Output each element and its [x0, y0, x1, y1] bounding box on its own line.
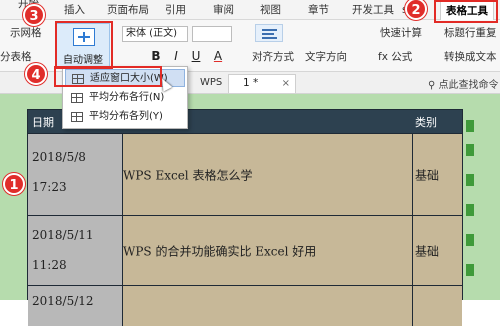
wps-tab-label[interactable]: WPS [200, 77, 222, 88]
align-icon[interactable] [255, 24, 283, 42]
step-badge: 4 [25, 63, 47, 85]
step-badge: 1 [3, 173, 25, 195]
tab-insert[interactable]: 插入 [64, 0, 85, 20]
category-text: 基础 [415, 244, 440, 258]
cell-date[interactable]: 2018/5/11 11:28 [28, 216, 123, 285]
row-marker [466, 234, 474, 246]
repeat-header-button[interactable]: 标题行重复 [444, 25, 497, 40]
close-icon[interactable]: × [282, 75, 290, 92]
cell-title[interactable] [123, 286, 413, 326]
menu-item-label: 平均分布各列(Y) [89, 111, 163, 122]
search-hint-text: 点此查找命令 [438, 80, 499, 91]
tab-view[interactable]: 视图 [260, 0, 281, 20]
row-marker [466, 204, 474, 216]
cell-title[interactable]: WPS 的合并功能确实比 Excel 好用 [123, 216, 413, 285]
tab-reference[interactable]: 引用 [165, 0, 186, 20]
tab-dev-tools[interactable]: 开发工具 [352, 0, 394, 20]
tab-review[interactable]: 审阅 [213, 0, 234, 20]
italic-button[interactable]: I [168, 48, 184, 64]
convert-text-button[interactable]: 转换成文本 [444, 49, 497, 64]
header-category: 类别 [415, 116, 437, 129]
tab-page-layout[interactable]: 页面布局 [107, 0, 149, 20]
date-text: 2018/5/8 [32, 150, 86, 164]
cell-date[interactable]: 2018/5/8 17:23 [28, 134, 123, 215]
font-color-button[interactable]: A [210, 48, 226, 64]
quick-calc-button[interactable]: 快速计算 [380, 25, 422, 40]
font-size-select[interactable] [192, 26, 232, 42]
row-marker [466, 120, 474, 132]
date-text: 2018/5/11 [32, 228, 94, 242]
highlight-frame-auto-fit [55, 21, 113, 69]
category-text: 基础 [415, 168, 440, 182]
date-text: 2018/5/12 [32, 294, 94, 308]
cell-category[interactable]: 基础 [413, 216, 462, 285]
split-table-button[interactable]: 分表格 [0, 49, 32, 64]
underline-button[interactable]: U [188, 48, 204, 64]
distribute-rows-icon [71, 93, 83, 103]
menu-item-distribute-rows[interactable]: 平均分布各行(N) [65, 89, 185, 107]
formula-button[interactable]: fx 公式 [378, 49, 412, 64]
menu-item-label: 平均分布各行(N) [89, 92, 165, 103]
header-date: 日期 [32, 116, 54, 129]
align-button[interactable]: 对齐方式 [252, 49, 294, 64]
table-row[interactable]: 2018/5/12 [28, 286, 462, 326]
highlight-frame-table-tools [434, 0, 498, 23]
document-tab[interactable]: 1 * × [228, 74, 296, 93]
search-icon: ⚲ [428, 80, 436, 91]
time-text: 11:28 [32, 258, 67, 272]
table-row[interactable]: 2018/5/11 11:28 WPS 的合并功能确实比 Excel 好用 基础 [28, 216, 462, 286]
font-name-select[interactable]: 宋体 (正文) [122, 26, 188, 42]
data-table[interactable]: 日期 类别 2018/5/8 17:23 WPS Excel 表格怎么学 基础 … [27, 109, 463, 326]
command-search[interactable]: ⚲ 点此查找命令 [428, 76, 499, 91]
distribute-columns-icon [71, 112, 83, 122]
title-text: WPS 的合并功能确实比 Excel 好用 [123, 244, 317, 258]
title-text: WPS Excel 表格怎么学 [123, 168, 253, 182]
table-row[interactable]: 2018/5/8 17:23 WPS Excel 表格怎么学 基础 [28, 134, 462, 216]
cell-category[interactable]: 基础 [413, 134, 462, 215]
menu-item-distribute-columns[interactable]: 平均分布各列(Y) [65, 108, 185, 126]
show-gridlines-button[interactable]: 示网格 [10, 25, 42, 40]
highlight-frame-fit-window [54, 66, 162, 87]
tab-section[interactable]: 章节 [308, 0, 329, 20]
cell-category[interactable] [413, 286, 462, 326]
row-marker [466, 264, 474, 276]
time-text: 17:23 [32, 180, 67, 194]
cell-title[interactable]: WPS Excel 表格怎么学 [123, 134, 413, 215]
text-direction-button[interactable]: 文字方向 [305, 49, 347, 64]
cell-date[interactable]: 2018/5/12 [28, 286, 123, 326]
bold-button[interactable]: B [148, 48, 164, 64]
document-name: 1 * [243, 77, 259, 89]
step-badge: 3 [23, 4, 45, 26]
row-marker [466, 144, 474, 156]
row-marker [466, 174, 474, 186]
